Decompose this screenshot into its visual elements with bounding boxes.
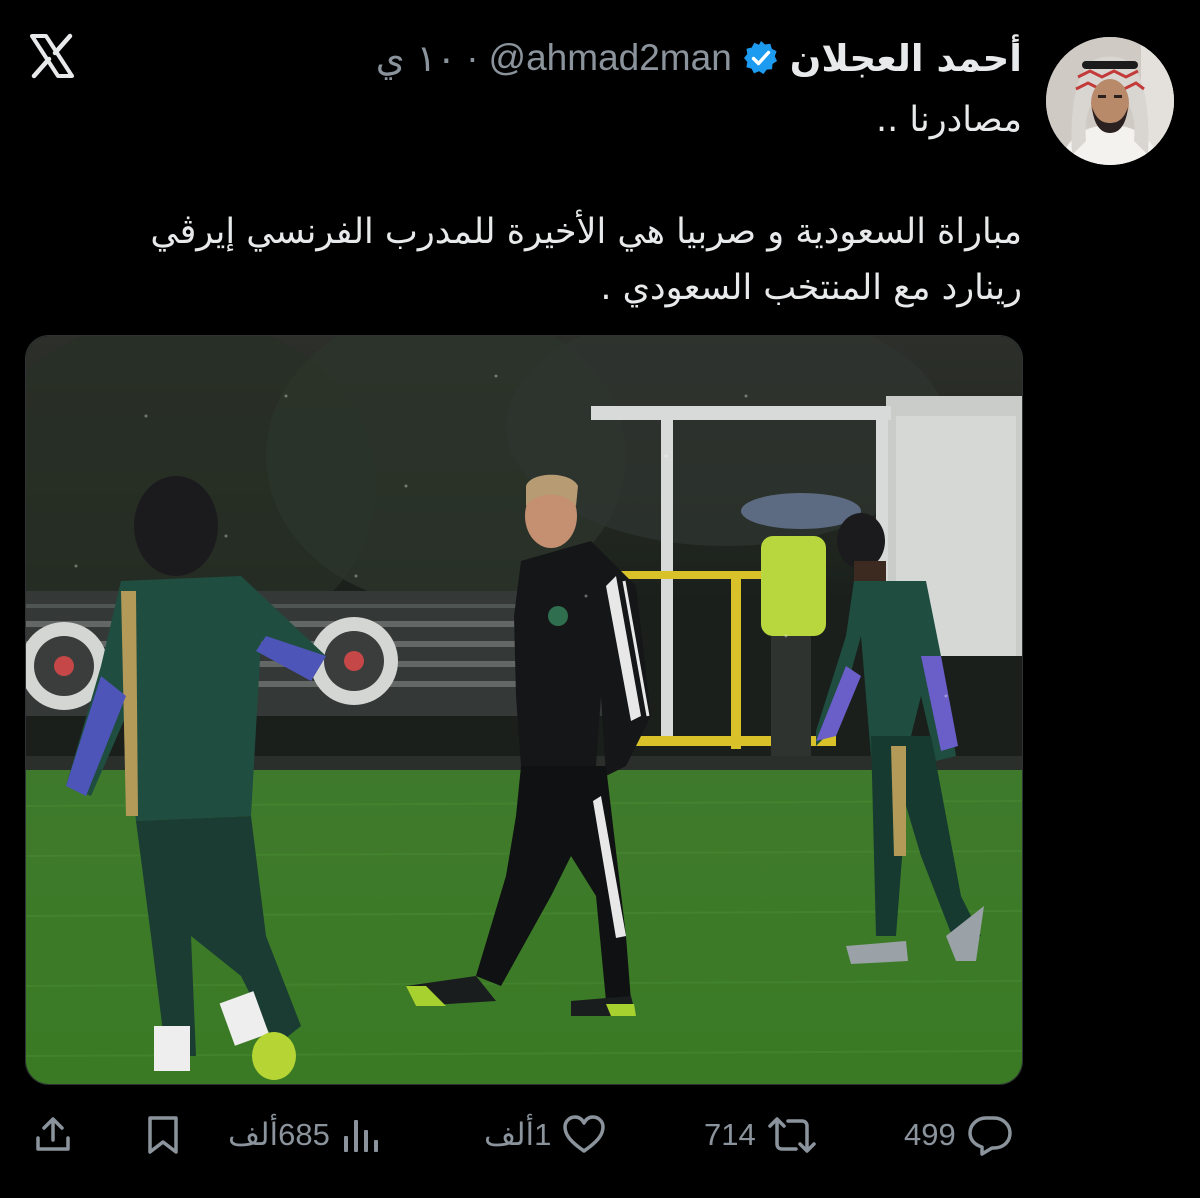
tweet-header: أحمد العجلان @ahmad2man · ١٠ ي [376, 28, 1022, 88]
bookmark-icon [142, 1114, 184, 1156]
tweet-timestamp[interactable]: ١٠ ي [376, 37, 456, 80]
tweet-text-line: مباراة السعودية و صربيا هي الأخيرة للمدر… [150, 212, 1022, 252]
verified-badge-icon [742, 39, 780, 77]
share-button[interactable] [32, 1100, 74, 1170]
like-button[interactable]: 1ألف [484, 1100, 607, 1170]
repost-button[interactable]: 714 [704, 1100, 818, 1170]
user-handle[interactable]: @ahmad2man [489, 37, 732, 79]
tweet-photo[interactable] [25, 335, 1023, 1085]
avatar[interactable] [1046, 37, 1174, 165]
x-logo-icon[interactable] [28, 32, 76, 80]
views-count: 685ألف [228, 1117, 330, 1152]
display-name[interactable]: أحمد العجلان [790, 37, 1022, 80]
tweet-text-line: رينارد مع المنتخب السعودي . [600, 268, 1022, 308]
tweet-text-line: مصادرنا .. [875, 100, 1022, 140]
share-icon [32, 1114, 74, 1156]
tweet-card: أحمد العجلان @ahmad2man · ١٠ ي مصادرنا .… [0, 0, 1200, 1198]
reply-icon [966, 1114, 1014, 1156]
reply-button[interactable]: 499 [904, 1100, 1014, 1170]
repost-icon [766, 1114, 818, 1156]
heart-icon [561, 1114, 607, 1156]
reposts-count: 714 [704, 1117, 756, 1152]
tweet-text: مصادرنا .. مباراة السعودية و صربيا هي ال… [42, 92, 1022, 316]
views-button[interactable]: 685ألف [228, 1100, 380, 1170]
likes-count: 1ألف [484, 1117, 552, 1152]
replies-count: 499 [904, 1117, 956, 1152]
views-chart-icon [340, 1114, 380, 1156]
bookmark-button[interactable] [142, 1100, 184, 1170]
header-separator: · [466, 37, 479, 78]
tweet-actions: 685ألف 1ألف 714 499 [0, 1100, 1200, 1170]
